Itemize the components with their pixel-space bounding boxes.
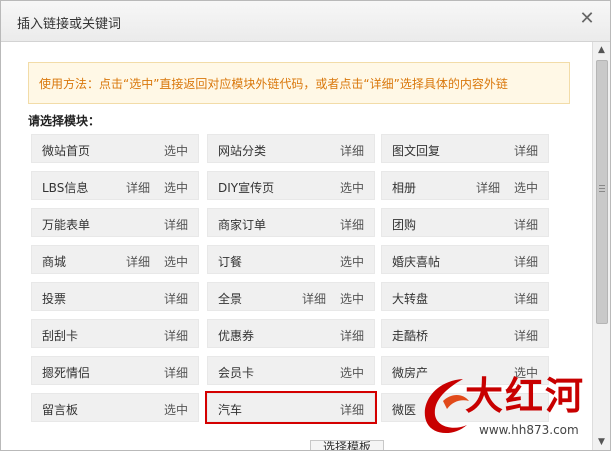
- scroll-up-arrow-icon[interactable]: ▲: [593, 42, 610, 58]
- module-name: 万能表单: [42, 218, 91, 232]
- module-cell: 万能表单 详细: [31, 208, 199, 237]
- module-cell: 商家订单 详细: [207, 208, 375, 237]
- select-link[interactable]: 选中: [164, 142, 188, 159]
- module-name: 相册: [392, 181, 417, 195]
- scrollbar-thumb[interactable]: [596, 60, 608, 324]
- module-cell: 相册 详细 选中: [381, 171, 549, 200]
- module-cell: 订餐 选中: [207, 245, 375, 274]
- module-name: 大转盘: [392, 292, 429, 306]
- select-link[interactable]: 选中: [340, 253, 364, 270]
- select-link[interactable]: 选中: [514, 179, 538, 196]
- details-link[interactable]: 详细: [302, 290, 326, 307]
- module-name: 微站首页: [42, 144, 91, 158]
- module-name: 会员卡: [218, 366, 255, 380]
- module-cell: 会员卡 选中: [207, 356, 375, 385]
- module-cell: 微站首页 选中: [31, 134, 199, 163]
- module-name: 摁死情侣: [42, 366, 91, 380]
- select-link[interactable]: 选中: [164, 179, 188, 196]
- module-name: 留言板: [42, 403, 79, 417]
- module-name: 婚庆喜帖: [392, 255, 441, 269]
- watermark-logo: 大红河 www.hh873.com: [413, 361, 611, 451]
- details-link[interactable]: 详细: [514, 142, 538, 159]
- module-cell: 全景 详细 选中: [207, 282, 375, 311]
- module-cell: 摁死情侣 详细: [31, 356, 199, 385]
- details-link[interactable]: 详细: [340, 401, 364, 418]
- module-cell: 团购 详细: [381, 208, 549, 237]
- dialog-titlebar: 插入链接或关键词 ✕: [1, 1, 610, 42]
- details-link[interactable]: 详细: [514, 327, 538, 344]
- details-link[interactable]: 详细: [164, 364, 188, 381]
- details-link[interactable]: 详细: [126, 253, 150, 270]
- module-cell: 汽车 详细: [205, 391, 377, 424]
- details-link[interactable]: 详细: [514, 216, 538, 233]
- thumb-grip: [599, 188, 605, 189]
- module-name: 商家订单: [218, 218, 267, 232]
- module-name: 图文回复: [392, 144, 441, 158]
- module-name: 走酷桥: [392, 329, 429, 343]
- watermark-swirl-icon: [424, 379, 469, 434]
- module-cell: 婚庆喜帖 详细: [381, 245, 549, 274]
- module-cell: DIY宣传页 选中: [207, 171, 375, 200]
- details-link[interactable]: 详细: [340, 327, 364, 344]
- close-icon[interactable]: ✕: [578, 10, 596, 28]
- select-link[interactable]: 选中: [340, 179, 364, 196]
- module-name: 全景: [218, 292, 243, 306]
- select-link[interactable]: 选中: [340, 364, 364, 381]
- details-link[interactable]: 详细: [126, 179, 150, 196]
- select-link[interactable]: 选中: [340, 290, 364, 307]
- module-cell: 刮刮卡 详细: [31, 319, 199, 348]
- watermark-brand: 大红河: [465, 373, 586, 418]
- module-name: 优惠券: [218, 329, 255, 343]
- module-cell: LBS信息 详细 选中: [31, 171, 199, 200]
- dialog-title: 插入链接或关键词: [17, 17, 122, 32]
- module-name: 商城: [42, 255, 67, 269]
- module-name: LBS信息: [42, 181, 89, 195]
- select-template-button[interactable]: 选择模板: [310, 440, 384, 450]
- usage-notice: 使用方法：点击“选中”直接返回对应模块外链代码，或者点击“详细”选择具体的内容外…: [28, 62, 570, 104]
- watermark-url: www.hh873.com: [479, 423, 579, 437]
- module-name: 网站分类: [218, 144, 267, 158]
- module-cell: 优惠券 详细: [207, 319, 375, 348]
- link-dialog: 插入链接或关键词 ✕ 使用方法：点击“选中”直接返回对应模块外链代码，或者点击“…: [0, 0, 611, 451]
- module-name: DIY宣传页: [218, 181, 275, 195]
- module-name: 团购: [392, 218, 417, 232]
- module-name: 刮刮卡: [42, 329, 79, 343]
- details-link[interactable]: 详细: [514, 253, 538, 270]
- module-section-label: 请选择模块：: [28, 114, 101, 128]
- module-name: 汽车: [218, 403, 243, 417]
- details-link[interactable]: 详细: [164, 216, 188, 233]
- details-link[interactable]: 详细: [340, 142, 364, 159]
- thumb-grip: [599, 191, 605, 192]
- select-link[interactable]: 选中: [164, 253, 188, 270]
- module-cell: 网站分类 详细: [207, 134, 375, 163]
- select-link[interactable]: 选中: [164, 401, 188, 418]
- module-name: 投票: [42, 292, 67, 306]
- thumb-grip: [599, 185, 605, 186]
- module-cell: 留言板 选中: [31, 393, 199, 422]
- details-link[interactable]: 详细: [514, 290, 538, 307]
- details-link[interactable]: 详细: [340, 216, 364, 233]
- details-link[interactable]: 详细: [164, 290, 188, 307]
- module-cell: 投票 详细: [31, 282, 199, 311]
- module-cell: 商城 详细 选中: [31, 245, 199, 274]
- details-link[interactable]: 详细: [164, 327, 188, 344]
- module-cell: 图文回复 详细: [381, 134, 549, 163]
- details-link[interactable]: 详细: [476, 179, 500, 196]
- module-cell: 走酷桥 详细: [381, 319, 549, 348]
- module-name: 订餐: [218, 255, 243, 269]
- module-cell: 大转盘 详细: [381, 282, 549, 311]
